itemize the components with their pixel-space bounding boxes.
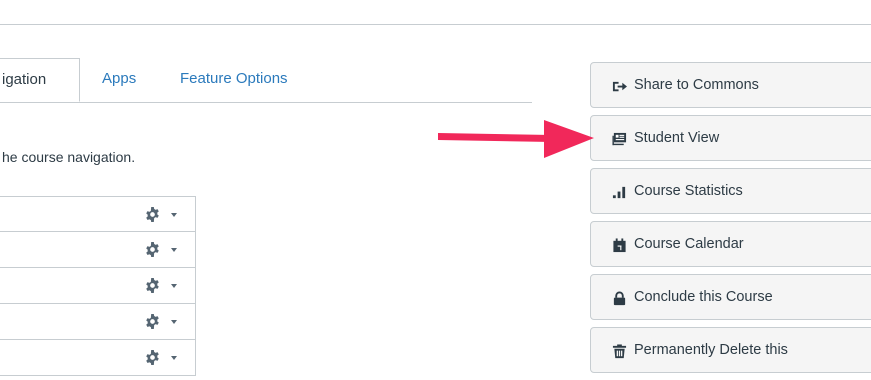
top-header-strip xyxy=(0,0,871,25)
settings-tabs: igation Apps Feature Options xyxy=(0,58,532,103)
student-view-label: Student View xyxy=(634,130,720,146)
tab-navigation[interactable]: igation xyxy=(0,58,80,102)
conclude-course-label: Conclude this Course xyxy=(634,289,773,305)
gear-icon[interactable] xyxy=(145,278,160,293)
calendar-icon xyxy=(613,238,626,253)
course-navigation-list xyxy=(0,196,196,376)
list-item[interactable] xyxy=(0,268,196,304)
chevron-down-icon[interactable] xyxy=(171,284,177,288)
share-to-commons-label: Share to Commons xyxy=(634,77,759,93)
list-item[interactable] xyxy=(0,196,196,232)
gear-icon[interactable] xyxy=(145,314,160,329)
gear-icon[interactable] xyxy=(145,207,160,222)
course-calendar-button[interactable]: Course Calendar xyxy=(590,221,871,267)
chevron-down-icon[interactable] xyxy=(171,248,177,252)
student-view-icon xyxy=(612,132,627,146)
list-item[interactable] xyxy=(0,304,196,340)
trash-icon xyxy=(612,344,627,359)
chevron-down-icon[interactable] xyxy=(171,320,177,324)
lock-icon xyxy=(613,291,626,306)
tab-apps[interactable]: Apps xyxy=(102,58,136,102)
course-actions-sidebar: Share to Commons Student View Course Sta… xyxy=(590,62,871,380)
gear-icon[interactable] xyxy=(145,242,160,257)
conclude-course-button[interactable]: Conclude this Course xyxy=(590,274,871,320)
delete-course-button[interactable]: Permanently Delete this xyxy=(590,327,871,373)
list-item[interactable] xyxy=(0,232,196,268)
chevron-down-icon[interactable] xyxy=(171,213,177,217)
list-item[interactable] xyxy=(0,340,196,376)
chevron-down-icon[interactable] xyxy=(171,356,177,360)
share-icon xyxy=(612,81,627,92)
course-calendar-label: Course Calendar xyxy=(634,236,744,252)
gear-icon[interactable] xyxy=(145,350,160,365)
bar-chart-icon xyxy=(612,186,626,199)
navigation-instructions: he course navigation. xyxy=(2,149,136,165)
tab-feature-options[interactable]: Feature Options xyxy=(180,58,288,102)
pointer-arrow-annotation xyxy=(438,120,594,158)
student-view-button[interactable]: Student View xyxy=(590,115,871,161)
course-statistics-label: Course Statistics xyxy=(634,183,743,199)
share-to-commons-button[interactable]: Share to Commons xyxy=(590,62,871,108)
course-statistics-button[interactable]: Course Statistics xyxy=(590,168,871,214)
delete-course-label: Permanently Delete this xyxy=(634,342,788,358)
